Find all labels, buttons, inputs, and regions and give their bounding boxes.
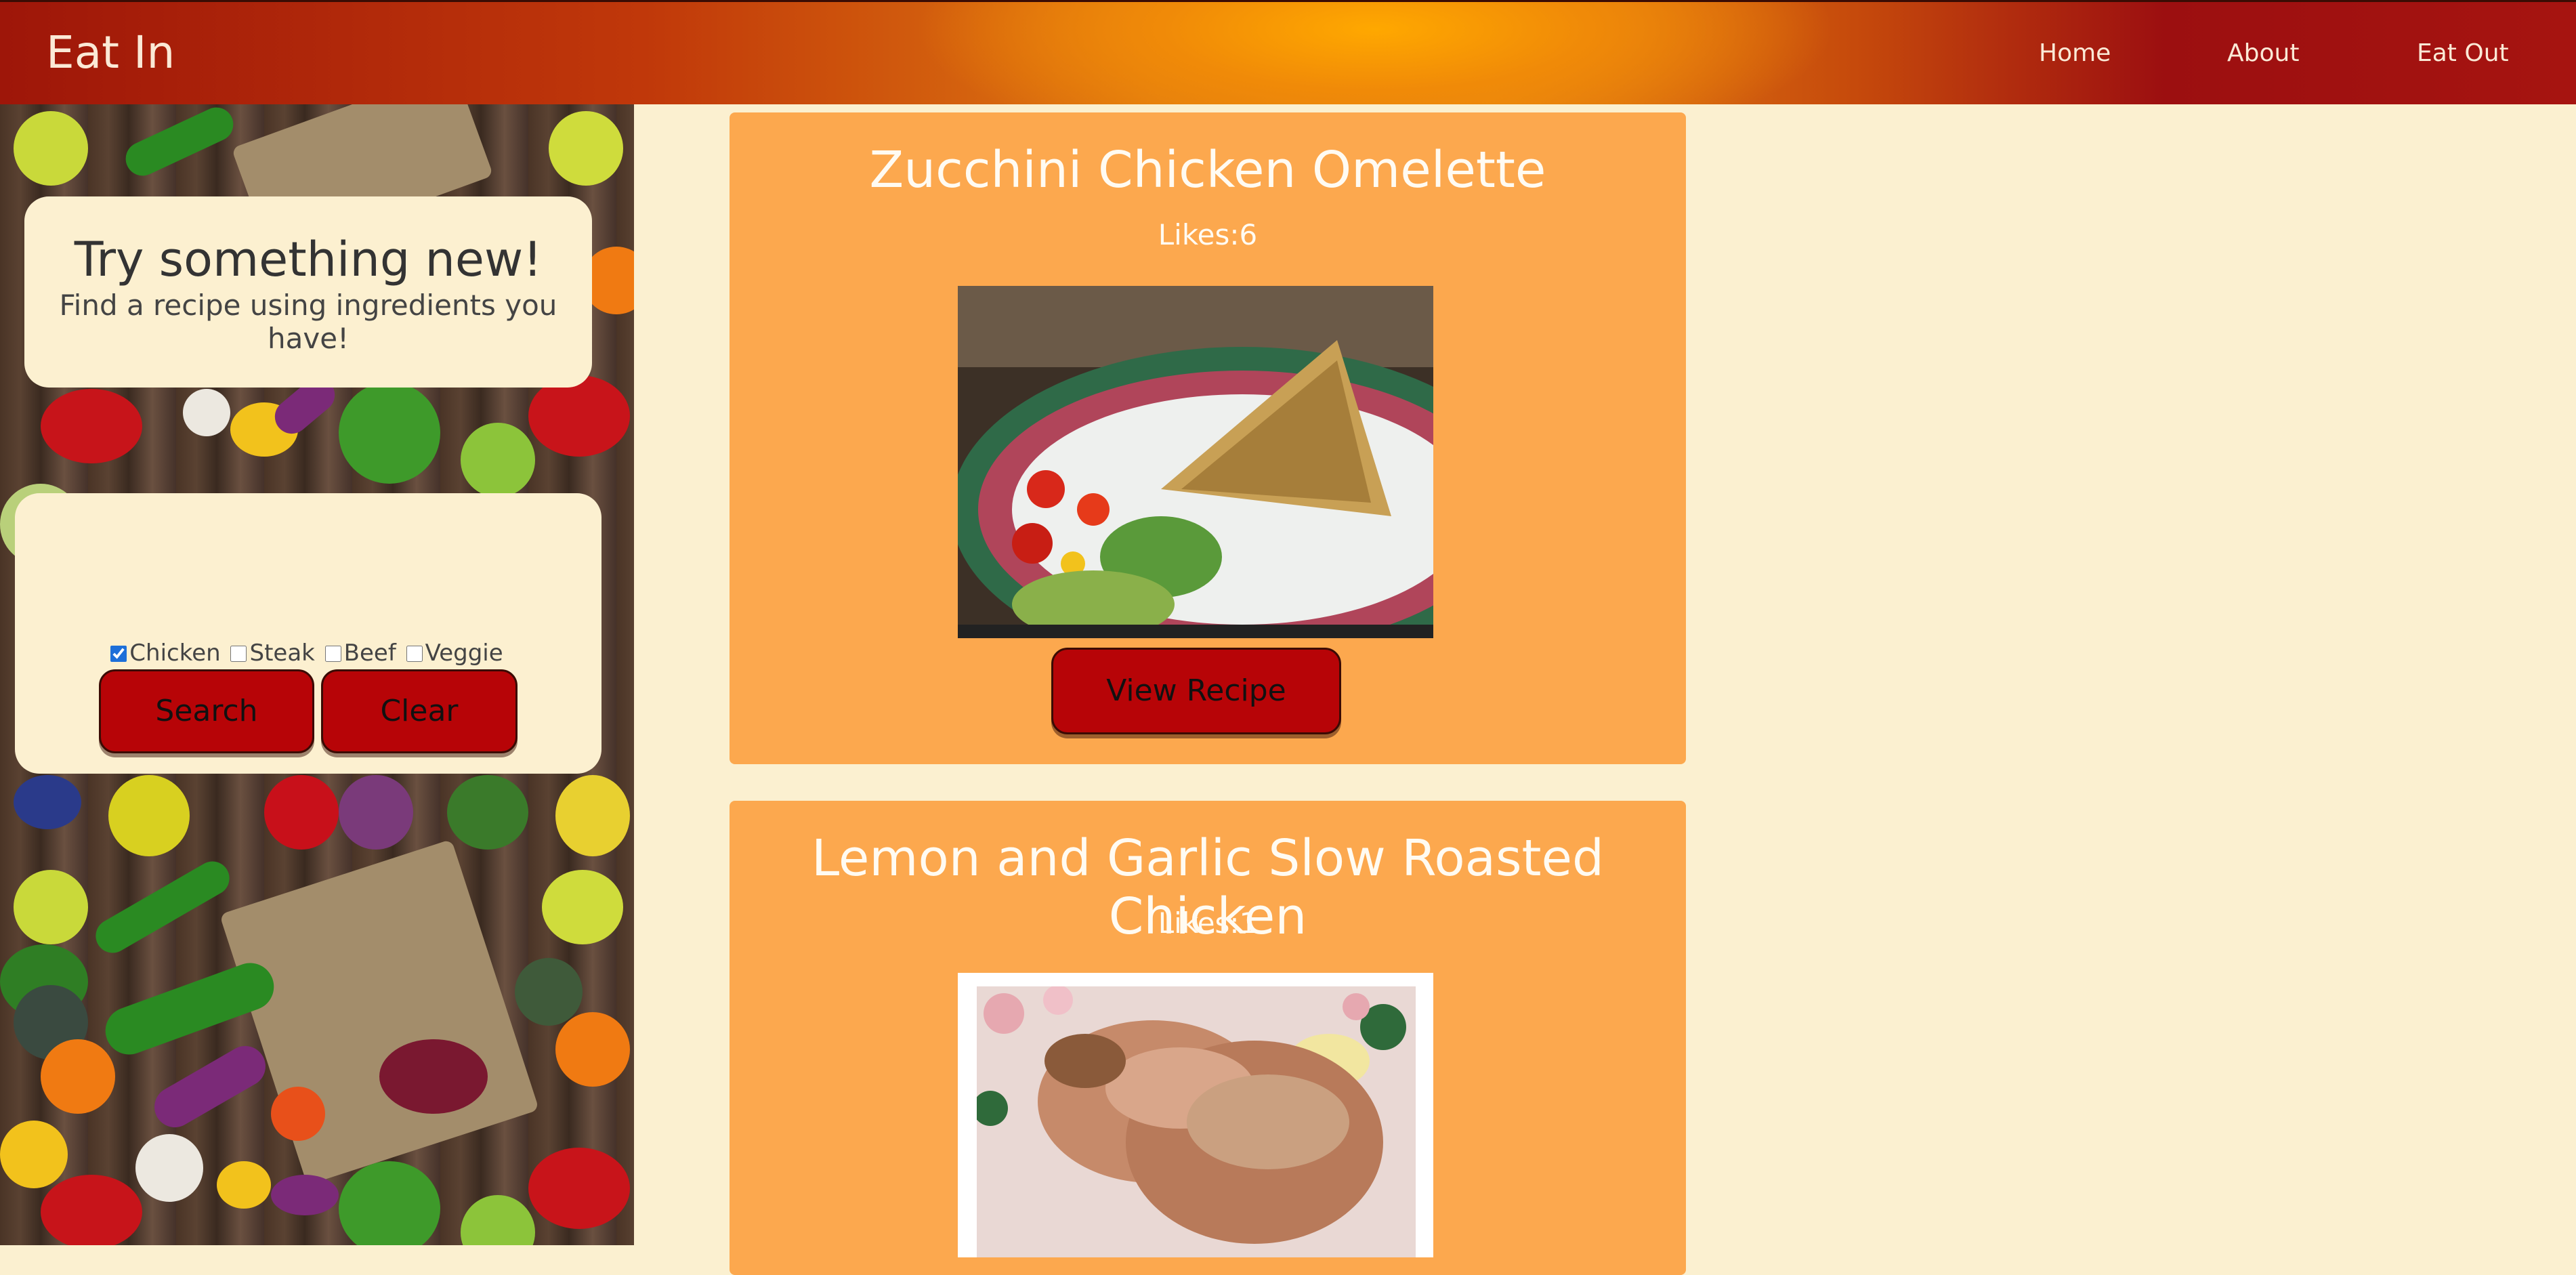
veggie-label: Veggie bbox=[425, 640, 503, 667]
ingredient-option-veggie[interactable]: Veggie bbox=[406, 640, 503, 667]
search-button[interactable]: Search bbox=[99, 669, 314, 753]
recipe-image-omelette bbox=[958, 286, 1433, 638]
brand-logo-link[interactable]: Eat In bbox=[46, 26, 175, 79]
chicken-checkbox[interactable] bbox=[110, 646, 127, 662]
hero-title: Try something new! bbox=[74, 232, 543, 287]
recipe-likes: Likes:1 bbox=[1158, 906, 1258, 940]
omelette-photo-illustration bbox=[958, 286, 1433, 638]
hero-card: Try something new! Find a recipe using i… bbox=[24, 196, 592, 388]
sidebar: Try something new! Find a recipe using i… bbox=[0, 104, 634, 1245]
recipe-title: Zucchini Chicken Omelette bbox=[869, 141, 1546, 199]
nav-link-eat-out[interactable]: Eat Out bbox=[2417, 39, 2509, 67]
nav-link-home[interactable]: Home bbox=[2039, 39, 2111, 67]
recipe-likes: Likes:6 bbox=[1158, 218, 1258, 251]
ingredient-option-chicken[interactable]: Chicken bbox=[110, 640, 221, 667]
beef-checkbox[interactable] bbox=[324, 646, 341, 662]
nav-link-about[interactable]: About bbox=[2227, 39, 2299, 67]
ingredient-checkbox-group: Chicken Steak Beef Veggie bbox=[15, 640, 601, 667]
beef-label: Beef bbox=[343, 640, 396, 667]
view-recipe-button[interactable]: View Recipe bbox=[1051, 648, 1341, 734]
top-navbar: Eat In Home About Eat Out bbox=[0, 0, 2576, 104]
steak-checkbox[interactable] bbox=[230, 646, 247, 662]
hero-subtitle: Find a recipe using ingredients you have… bbox=[59, 289, 557, 355]
recipe-card: Zucchini Chicken Omelette Likes:6 View R… bbox=[730, 112, 1686, 764]
roasted-chicken-photo-illustration bbox=[973, 985, 1416, 1257]
recipe-card: Lemon and Garlic Slow Roasted Chicken Li… bbox=[730, 801, 1686, 1275]
veggie-checkbox[interactable] bbox=[406, 646, 423, 662]
steak-label: Steak bbox=[249, 640, 315, 667]
ingredient-option-beef[interactable]: Beef bbox=[324, 640, 396, 667]
search-form: Chicken Steak Beef Veggie Search Clear bbox=[15, 493, 601, 774]
clear-button[interactable]: Clear bbox=[321, 669, 518, 753]
chicken-label: Chicken bbox=[129, 640, 221, 667]
ingredient-option-steak[interactable]: Steak bbox=[230, 640, 315, 667]
recipe-image-roasted-chicken bbox=[958, 973, 1433, 1257]
